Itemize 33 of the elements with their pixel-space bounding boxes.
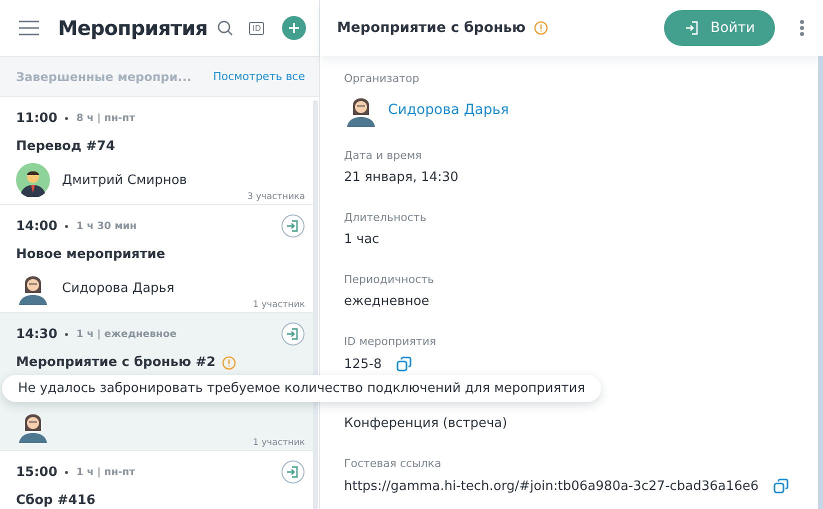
participant-count: 1 участник [252, 300, 305, 310]
tooltip: Не удалось забронировать требуемое количество подключений для мероприятия [2, 375, 602, 402]
event-title: Новое мероприятие [16, 247, 166, 262]
field-value: Конференция (встреча) [344, 416, 508, 431]
event-title: Мероприятие с бронью #2 [16, 355, 216, 370]
organizer-name: Дмитрий Смирнов [62, 172, 187, 188]
event-title: Мероприятие с бронью [337, 20, 526, 36]
event-time: 14:00 [16, 218, 58, 234]
page-title: Мероприятия [58, 16, 208, 40]
field-label: Гостевая ссылка [344, 457, 442, 470]
event-time: 15:00 [16, 464, 58, 480]
event-meta: 8 ч | пн-пт [76, 112, 135, 124]
event-meta: 1 ч | ежедневное [76, 328, 176, 340]
event-time: 11:00 [16, 110, 58, 126]
field-label: Дата и время [344, 149, 423, 162]
event-title: Перевод #74 [16, 139, 115, 154]
field-label: Организатор [344, 72, 420, 85]
section-title: Завершенные меропри... [16, 70, 192, 84]
participant-count: 1 участник [252, 438, 305, 448]
organizer-name: Сидорова Дарья [62, 280, 174, 296]
field-value: ежедневное [344, 294, 430, 309]
field-label: Периодичность [344, 273, 436, 286]
event-meta: 1 ч | пн-пт [76, 466, 135, 478]
event-time: 14:30 [16, 326, 58, 342]
field-label: ID мероприятия [344, 335, 438, 348]
event-title: Сбор #416 [16, 493, 96, 508]
field-value: 21 января, 14:30 [344, 170, 460, 185]
event-meta: 1 ч 30 мин [76, 220, 137, 232]
participant-count: 3 участника [247, 192, 305, 202]
field-value: https://gamma.hi-tech.org/#join:tb06a980a-3c27-cbad36a16e6 [344, 478, 759, 494]
field-label: Длительность [344, 211, 428, 224]
field-value: 125-8 [344, 356, 382, 372]
field-value: 1 час [344, 232, 380, 247]
